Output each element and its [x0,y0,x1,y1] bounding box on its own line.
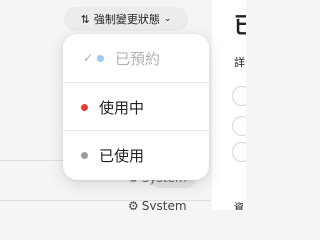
change-status-label: 強制變更狀態 [93,13,160,26]
check-icon: ✓ [83,51,94,65]
status-dot-icon [81,104,88,111]
menu-item-used[interactable]: 已使用 [63,130,209,178]
menu-item-label: 使用中 [99,99,145,117]
status-dot-icon [81,152,88,159]
list-item-label: System [141,199,187,210]
panel-title: 已 [234,14,246,39]
menu-item-in-use[interactable]: 使用中 [63,82,209,130]
chevron-down-icon: ⌄ [163,14,172,24]
panel-subtitle: 詳 [234,56,245,69]
status-dropdown-menu: ✓ 已預約 使用中 已使用 [63,34,209,180]
status-dot-icon [97,55,104,62]
page: ⚙System ⚙System 已 詳 資 ⇅ 強制變更狀態 ⌄ ✓ 已預約 使… [0,0,246,210]
radio-button[interactable] [232,86,246,106]
gear-icon: ⚙ [128,199,139,210]
menu-item-label: 已使用 [99,147,145,165]
panel-section-label: 資 [234,203,244,210]
swap-icon: ⇅ [80,12,90,26]
detail-panel: 已 詳 資 [212,0,246,210]
change-status-button[interactable]: ⇅ 強制變更狀態 ⌄ [64,7,188,31]
menu-item-reserved[interactable]: ✓ 已預約 [63,34,209,82]
radio-button[interactable] [232,142,246,162]
radio-button[interactable] [232,116,246,136]
menu-item-label: 已預約 [115,50,161,68]
list-item[interactable]: ⚙System [128,199,187,210]
